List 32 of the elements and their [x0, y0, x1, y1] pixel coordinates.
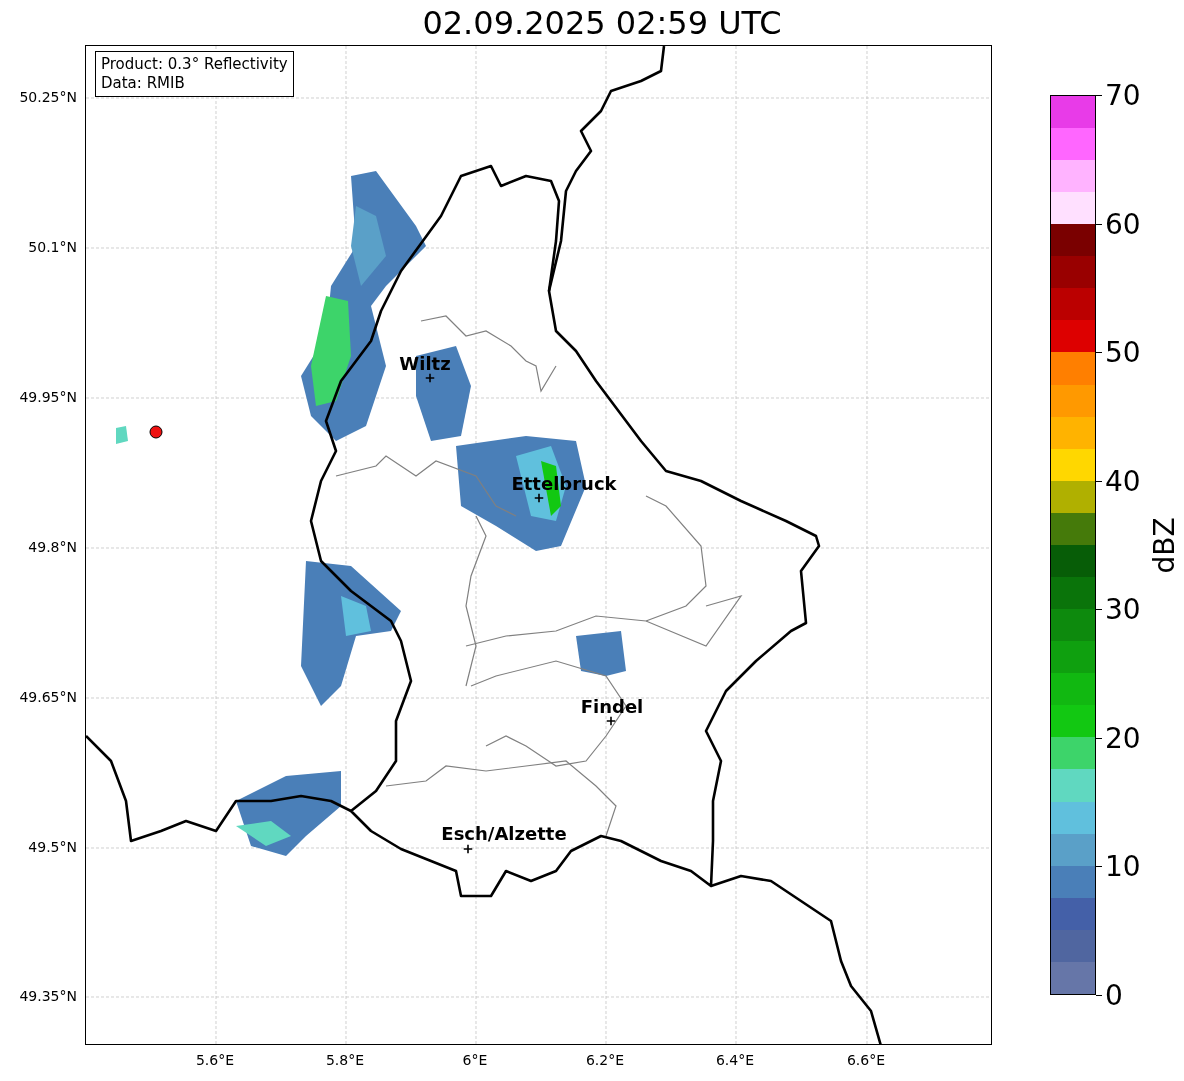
colorbar-tick-label: 60 [1105, 207, 1141, 241]
colorbar-tick-label: 0 [1105, 978, 1123, 1012]
latitude-label: 50.1°N [28, 239, 77, 255]
latitude-label: 49.95°N [19, 389, 77, 405]
longitude-label: 5.6°E [195, 1052, 235, 1068]
legend-text: Data: RMIB [101, 74, 186, 93]
longitude-label: 5.8°E [325, 1052, 365, 1068]
longitude-label: 6.4°E [715, 1052, 755, 1068]
radar-site-icon [149, 425, 163, 439]
longitude-label: 6.6°E [846, 1052, 886, 1068]
latitude-label: 49.65°N [19, 689, 77, 705]
city-label: Esch/Alzette [441, 822, 567, 844]
colorbar-unit-label: dBZ [1147, 516, 1181, 574]
city-marker-icon [425, 373, 435, 383]
colorbar-tick-label: 10 [1105, 849, 1141, 883]
latitude-label: 49.8°N [28, 539, 77, 555]
chart-title: 02.09.2025 02:59 UTC [422, 3, 782, 42]
legend-text: Product: 0.3° Reflectivity [101, 55, 288, 74]
city-marker-icon [534, 493, 544, 503]
colorbar-tick-label: 20 [1105, 721, 1141, 755]
latitude-label: 49.35°N [19, 988, 77, 1004]
city-marker-icon [606, 716, 616, 726]
longitude-label: 6.2°E [585, 1052, 625, 1068]
latitude-label: 50.25°N [19, 89, 77, 105]
city-marker-icon [463, 844, 473, 854]
colorbar-tick-label: 70 [1105, 78, 1141, 112]
colorbar-tick-label: 30 [1105, 592, 1141, 626]
city-label: Findel [580, 695, 644, 717]
colorbar-tick-label: 40 [1105, 464, 1141, 498]
latitude-label: 49.5°N [28, 839, 77, 855]
colorbar-tick-label: 50 [1105, 335, 1141, 369]
longitude-label: 6°E [462, 1052, 488, 1068]
